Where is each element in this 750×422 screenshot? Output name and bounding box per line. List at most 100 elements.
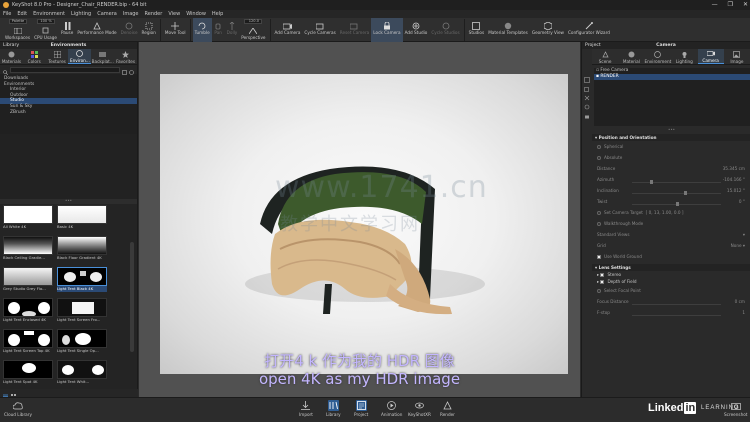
project-button[interactable]: Project xyxy=(354,400,368,417)
geometry-view-button[interactable]: Geometry View xyxy=(530,18,566,42)
workspace-dropdown[interactable]: Palette xyxy=(8,19,27,24)
absolute-radio-row[interactable]: Absolute xyxy=(592,152,750,163)
fstop-value[interactable]: 1 xyxy=(742,310,745,315)
region-button[interactable]: Region xyxy=(140,18,158,42)
tab-environments[interactable]: Environ... xyxy=(68,49,92,64)
dolly-button[interactable]: Dolly xyxy=(225,18,240,42)
grid-dropdown[interactable]: None ▾ xyxy=(731,243,745,248)
walkthrough-row[interactable]: Walkthrough Mode xyxy=(592,218,750,229)
menu-window[interactable]: Window xyxy=(186,10,206,18)
render-viewport[interactable]: www.1741.cn 教学中文学习网 xyxy=(139,42,580,397)
tab-image[interactable]: Image xyxy=(724,49,750,64)
tab-material[interactable]: Material xyxy=(618,49,644,64)
menu-view[interactable]: View xyxy=(168,10,180,18)
camera-item-render[interactable]: ▪ RENDER xyxy=(594,74,750,80)
env-thumb-light-tent-screen-front[interactable]: Light Tent Screen Fro... xyxy=(57,298,107,329)
grid-row[interactable]: Grid None ▾ xyxy=(592,240,750,251)
pan-button[interactable]: Pan xyxy=(212,18,225,42)
configurator-wizard-button[interactable]: Configurator Wizard xyxy=(566,18,612,42)
library-search-input[interactable] xyxy=(10,66,120,73)
tab-environment[interactable]: Environment xyxy=(645,49,671,64)
animation-button[interactable]: Animation xyxy=(381,400,402,417)
position-orientation-section[interactable]: ▾ Position and Orientation xyxy=(592,134,750,141)
thumbnail-scrollbar[interactable] xyxy=(130,242,134,352)
tab-backplates[interactable]: Backplat... xyxy=(91,49,114,64)
inclination-value[interactable]: 15.012 ° xyxy=(727,188,745,193)
env-thumb-light-tent-screen-top[interactable]: Light Tent Screen Top 4K xyxy=(3,329,53,360)
tumble-button[interactable]: Tumble xyxy=(192,18,212,42)
perspective-button[interactable]: 120.0 Perspective xyxy=(239,18,267,42)
menu-file[interactable]: File xyxy=(3,10,11,18)
env-thumb-grey-studio[interactable]: Grey Studio Grey Flo... xyxy=(3,267,53,298)
workspaces-button[interactable]: Palette Workspaces xyxy=(3,18,32,42)
absolute-radio[interactable] xyxy=(597,155,601,160)
inclination-slider[interactable] xyxy=(632,193,721,194)
move-tool-button[interactable]: Move Tool xyxy=(163,18,188,42)
fov-field[interactable]: 120.0 xyxy=(244,19,263,24)
reset-camera-button[interactable]: Reset Camera xyxy=(338,18,371,42)
lock-camera-button[interactable]: Lock Camera xyxy=(371,18,403,42)
env-thumb-black-ceiling[interactable]: Black Ceiling Gradie... xyxy=(3,236,53,267)
import-button[interactable]: Import xyxy=(299,400,313,417)
select-focal-point-row[interactable]: Select Focal Point xyxy=(592,285,750,296)
menu-lighting[interactable]: Lighting xyxy=(71,10,91,18)
depth-of-field-row[interactable]: ▸ Depth of Field xyxy=(592,278,750,285)
add-camera-button[interactable]: Add Camera xyxy=(273,18,303,42)
menu-environment[interactable]: Environment xyxy=(33,10,65,18)
cycle-studios-button[interactable]: Cycle Studios xyxy=(429,18,461,42)
render-image[interactable]: www.1741.cn 教学中文学习网 xyxy=(160,74,568,374)
cpu-usage-button[interactable]: 100 % CPU Usage xyxy=(32,18,59,42)
menu-render[interactable]: Render xyxy=(145,10,163,18)
env-thumb-basic[interactable]: Basic 4K xyxy=(57,205,107,236)
menu-camera[interactable]: Camera xyxy=(97,10,117,18)
twist-slider-knob[interactable] xyxy=(676,202,679,206)
standard-views-row[interactable]: Standard Views ▾ xyxy=(592,229,750,240)
studios-button[interactable]: Studios xyxy=(467,18,487,42)
duplicate-camera-icon[interactable] xyxy=(584,77,590,92)
add-studio-button[interactable]: Add Studio xyxy=(403,18,430,42)
env-thumb-light-tent-single[interactable]: Light Tent Single Op... xyxy=(57,329,107,360)
camera-target-row[interactable]: Set Camera Target [ 0, 13, 1.00, 0.0 ] xyxy=(592,207,750,218)
performance-mode-button[interactable]: Performance Mode xyxy=(75,18,118,42)
panel-splitter[interactable]: ••• xyxy=(592,128,750,132)
delete-camera-icon[interactable] xyxy=(584,86,590,101)
distance-value[interactable]: 35.345 cm xyxy=(723,166,745,171)
focus-distance-value[interactable]: 0 cm xyxy=(735,299,745,304)
minimize-button[interactable]: — xyxy=(712,0,718,10)
tree-item-zbrush[interactable]: ZBrush xyxy=(0,110,137,116)
stereo-row[interactable]: ▸ Stereo xyxy=(592,271,750,278)
camera-lock-icon[interactable] xyxy=(584,104,590,119)
tab-colors[interactable]: Colors xyxy=(23,49,46,64)
tab-textures[interactable]: Textures xyxy=(46,49,69,64)
menu-image[interactable]: Image xyxy=(123,10,139,18)
fstop-slider[interactable] xyxy=(632,315,721,316)
maximize-button[interactable]: ❐ xyxy=(728,0,733,10)
azimuth-slider[interactable] xyxy=(632,182,721,183)
azimuth-slider-knob[interactable] xyxy=(650,180,653,184)
azimuth-value[interactable]: -104.166 ° xyxy=(723,177,745,182)
standard-views-dropdown[interactable]: ▾ xyxy=(743,232,745,237)
cycle-cameras-button[interactable]: Cycle Cameras xyxy=(302,18,337,42)
stereo-checkbox[interactable] xyxy=(600,272,605,277)
depth-of-field-checkbox[interactable] xyxy=(600,279,605,284)
spherical-radio[interactable] xyxy=(597,144,601,149)
menu-help[interactable]: Help xyxy=(212,10,223,18)
tab-camera[interactable]: Camera xyxy=(697,49,724,64)
close-button[interactable]: ✕ xyxy=(743,0,748,10)
spherical-radio-row[interactable]: Spherical xyxy=(592,141,750,152)
import-library-icon[interactable] xyxy=(122,60,127,79)
inclination-slider-knob[interactable] xyxy=(684,191,687,195)
denoise-button[interactable]: Denoise xyxy=(119,18,140,42)
camera-settings-icon[interactable] xyxy=(584,95,590,110)
env-thumb-black-floor[interactable]: Black Floor Gradient 4K xyxy=(57,236,107,267)
lens-settings-section[interactable]: ▾ Lens Settings xyxy=(592,264,750,271)
env-thumb-all-white[interactable]: All White 4K xyxy=(3,205,53,236)
pause-button[interactable]: Pause xyxy=(59,18,75,42)
focus-distance-slider[interactable] xyxy=(632,304,721,305)
env-thumb-light-tent-black[interactable]: Light Tent Black 4K xyxy=(57,267,107,298)
env-thumb-light-tent-enclosed[interactable]: Light Tent Enclosed 4K xyxy=(3,298,53,329)
tab-scene[interactable]: Scene xyxy=(592,49,618,64)
cpu-usage-dropdown[interactable]: 100 % xyxy=(36,19,55,24)
env-thumb-light-tent-white[interactable]: Light Tent Whit... xyxy=(57,360,107,391)
menu-edit[interactable]: Edit xyxy=(17,10,27,18)
